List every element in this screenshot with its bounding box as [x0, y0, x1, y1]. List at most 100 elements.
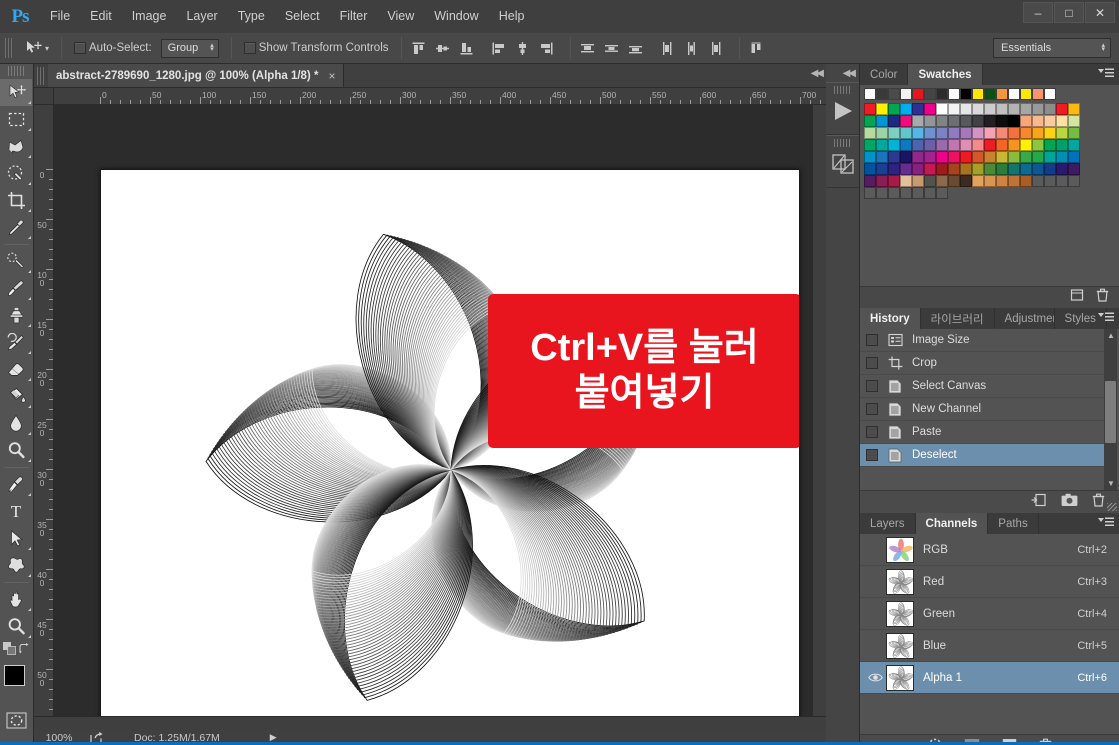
color-swatch[interactable]	[1032, 163, 1044, 175]
color-swatch[interactable]	[864, 139, 876, 151]
color-swatch[interactable]	[1068, 115, 1080, 127]
zoom-tool[interactable]	[0, 613, 32, 640]
menu-window[interactable]: Window	[424, 0, 488, 33]
color-swatch[interactable]	[1044, 151, 1056, 163]
color-swatch[interactable]	[876, 139, 888, 151]
color-swatch[interactable]	[924, 127, 936, 139]
recent-swatch[interactable]	[924, 88, 936, 100]
align-vertical-centers-button[interactable]	[432, 37, 454, 59]
color-swatch[interactable]	[960, 115, 972, 127]
history-brush-tool[interactable]	[0, 329, 32, 356]
options-bar-grip[interactable]	[5, 38, 14, 58]
new-swatch-icon[interactable]	[1070, 288, 1084, 307]
menu-layer[interactable]: Layer	[176, 0, 227, 33]
color-swatch[interactable]	[948, 103, 960, 115]
document-tab-bar-grip[interactable]	[37, 67, 46, 85]
menu-edit[interactable]: Edit	[80, 0, 122, 33]
color-swatch[interactable]	[984, 151, 996, 163]
color-swatch[interactable]	[960, 175, 972, 187]
color-swatch[interactable]	[1008, 127, 1020, 139]
color-swatch[interactable]	[888, 139, 900, 151]
color-swatch[interactable]	[924, 187, 936, 199]
active-tool-preset[interactable]: ▾	[18, 39, 55, 57]
recent-swatch[interactable]	[912, 88, 924, 100]
menu-file[interactable]: File	[40, 0, 80, 33]
color-swatch[interactable]	[912, 127, 924, 139]
color-swatch[interactable]	[876, 187, 888, 199]
brush-tool[interactable]	[0, 275, 32, 302]
color-swatch[interactable]	[924, 103, 936, 115]
menu-image[interactable]: Image	[122, 0, 177, 33]
color-swatch[interactable]	[864, 175, 876, 187]
history-source-checkbox[interactable]	[866, 334, 878, 346]
channel-row[interactable]: BlueCtrl+5	[860, 630, 1119, 662]
color-swatch[interactable]	[1020, 139, 1032, 151]
color-swatch[interactable]	[936, 163, 948, 175]
color-swatch[interactable]	[984, 127, 996, 139]
canvas-viewport[interactable]: Ctrl+V를 눌러 붙여넣기	[54, 105, 826, 730]
clone-stamp-tool[interactable]	[0, 302, 32, 329]
color-swatch[interactable]	[948, 163, 960, 175]
color-swatch[interactable]	[1032, 151, 1044, 163]
color-swatch[interactable]	[876, 103, 888, 115]
color-swatch[interactable]	[984, 103, 996, 115]
color-swatch[interactable]	[1044, 115, 1056, 127]
distribute-vertical-centers-button[interactable]	[601, 37, 623, 59]
color-swatch[interactable]	[1068, 139, 1080, 151]
swap-colors-icon[interactable]	[18, 642, 30, 660]
color-swatch[interactable]	[1056, 175, 1068, 187]
color-swatch[interactable]	[1032, 127, 1044, 139]
color-swatch[interactable]	[1008, 103, 1020, 115]
distribute-right-edges-button[interactable]	[705, 37, 727, 59]
history-source-checkbox[interactable]	[866, 380, 878, 392]
color-swatch[interactable]	[1020, 163, 1032, 175]
history-source-checkbox[interactable]	[866, 403, 878, 415]
history-state-row[interactable]: Deselect	[860, 444, 1104, 467]
distribute-bottom-edges-button[interactable]	[625, 37, 647, 59]
color-swatch[interactable]	[876, 127, 888, 139]
align-left-edges-button[interactable]	[488, 37, 510, 59]
color-swatch[interactable]	[996, 139, 1008, 151]
crop-tool[interactable]	[0, 187, 32, 214]
tab-library[interactable]: 라이브러리	[921, 308, 995, 329]
recent-swatch[interactable]	[864, 88, 876, 100]
color-swatch[interactable]	[972, 151, 984, 163]
distribute-top-edges-button[interactable]	[577, 37, 599, 59]
color-swatch[interactable]	[936, 103, 948, 115]
color-swatch[interactable]	[1068, 151, 1080, 163]
create-document-from-state-icon[interactable]	[1031, 493, 1047, 512]
actions-panel-collapsed[interactable]	[826, 82, 859, 135]
color-swatch[interactable]	[948, 115, 960, 127]
tools-panel-grip[interactable]	[8, 66, 26, 76]
color-swatch[interactable]	[996, 175, 1008, 187]
history-source-checkbox[interactable]	[866, 426, 878, 438]
tab-adjustments[interactable]: Adjustments	[995, 308, 1055, 329]
tab-channels[interactable]: Channels	[916, 513, 989, 534]
color-swatch[interactable]	[936, 175, 948, 187]
color-swatch[interactable]	[1020, 151, 1032, 163]
color-swatch[interactable]	[864, 187, 876, 199]
color-swatch[interactable]	[1056, 115, 1068, 127]
spot-healing-brush-tool[interactable]	[0, 248, 32, 275]
canvas-horizontal-scrollbar[interactable]	[34, 716, 826, 730]
channels-panel-menu-icon[interactable]	[1098, 517, 1114, 531]
color-swatch[interactable]	[1068, 127, 1080, 139]
color-swatch[interactable]	[1020, 175, 1032, 187]
eyedropper-tool[interactable]	[0, 214, 32, 241]
workspace-switcher[interactable]: Essentials ▴▾	[993, 38, 1111, 58]
color-swatch[interactable]	[864, 115, 876, 127]
actions-play-icon[interactable]	[826, 96, 859, 126]
color-swatch[interactable]	[900, 127, 912, 139]
history-scrollbar-thumb[interactable]	[1105, 381, 1116, 443]
align-bottom-edges-button[interactable]	[456, 37, 478, 59]
show-transform-checkbox[interactable]	[244, 42, 256, 54]
quick-selection-tool[interactable]	[0, 160, 32, 187]
color-swatch[interactable]	[1020, 103, 1032, 115]
tab-paths[interactable]: Paths	[988, 513, 1038, 534]
color-swatch[interactable]	[1032, 139, 1044, 151]
color-swatch[interactable]	[900, 175, 912, 187]
create-new-snapshot-icon[interactable]	[1061, 493, 1078, 512]
color-swatch[interactable]	[924, 139, 936, 151]
tab-history[interactable]: History	[860, 308, 921, 329]
tool-preset-chevron-icon[interactable]: ▾	[45, 44, 49, 53]
